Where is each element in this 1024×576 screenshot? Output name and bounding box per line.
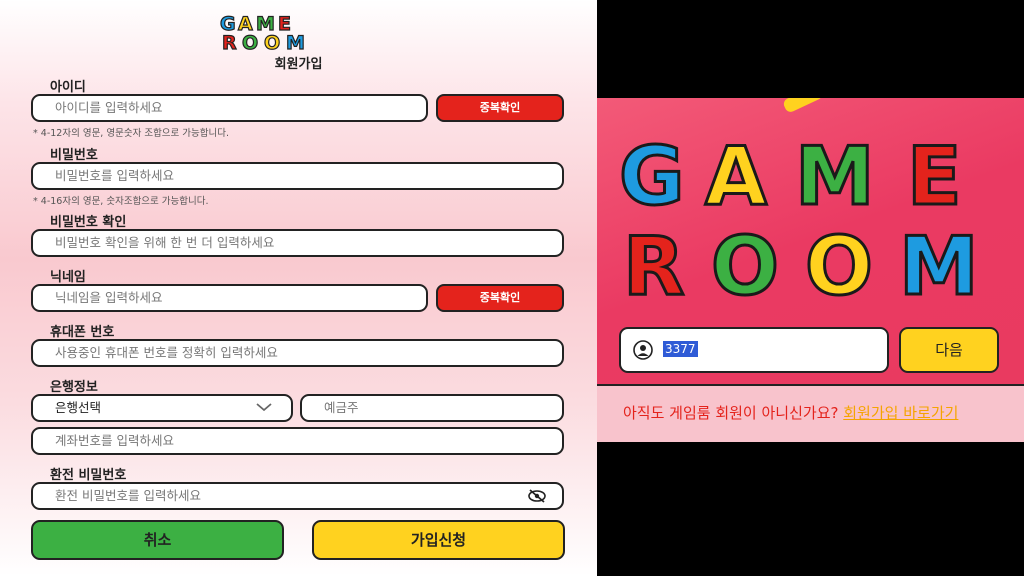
password-label: 비밀번호 xyxy=(50,148,98,163)
eye-off-icon[interactable] xyxy=(528,489,546,503)
svg-text:A: A xyxy=(705,130,767,223)
signup-prompt: 아직도 게임룸 회원이 아니신가요? 회원가입 바로가기 xyxy=(623,402,958,423)
svg-text:G: G xyxy=(619,130,685,223)
account-holder-input[interactable]: 예금주 xyxy=(300,394,564,422)
bank-select-value: 은행선택 xyxy=(55,400,102,415)
svg-text:O: O xyxy=(711,220,779,298)
screen: G A M E R O O M 회원가입 아이디 아이디를 입력하세요 중복확인… xyxy=(0,0,1024,576)
withdraw-password-placeholder: 환전 비밀번호를 입력하세요 xyxy=(55,488,201,503)
submit-signup-button[interactable]: 가입신청 xyxy=(312,520,565,560)
decorative-shape xyxy=(781,98,825,114)
phone-label: 휴대폰 번호 xyxy=(50,325,115,340)
game-room-logo-large: G A M E R O O M xyxy=(617,126,1007,315)
svg-text:R: R xyxy=(623,220,685,298)
signup-prompt-bar: 아직도 게임룸 회원이 아니신가요? 회원가입 바로가기 xyxy=(597,384,1024,442)
password-confirm-label: 비밀번호 확인 xyxy=(50,215,127,230)
nickname-input[interactable]: 닉네임을 입력하세요 xyxy=(31,284,428,312)
user-icon xyxy=(633,340,653,360)
signup-link[interactable]: 회원가입 바로가기 xyxy=(843,404,958,422)
username-input[interactable]: 아이디를 입력하세요 xyxy=(31,94,428,122)
cancel-button[interactable]: 취소 xyxy=(31,520,284,560)
game-room-logo-small: G A M E R O O M xyxy=(218,12,380,54)
logo-small-svg: G A M E R O O M xyxy=(219,12,305,54)
password-input[interactable]: 비밀번호를 입력하세요 xyxy=(31,162,564,190)
password-confirm-input[interactable]: 비밀번호 확인을 위해 한 번 더 입력하세요 xyxy=(31,229,564,257)
svg-text:O: O xyxy=(264,32,280,52)
next-button[interactable]: 다음 xyxy=(899,327,999,373)
chevron-down-icon xyxy=(256,403,272,412)
svg-text:O: O xyxy=(805,220,873,298)
password-note: * 4-16자의 영문, 숫자조합으로 가능합니다. xyxy=(33,196,209,207)
logo-large-svg: G A M E R O O M xyxy=(618,129,981,315)
svg-text:O: O xyxy=(242,32,258,52)
svg-text:E: E xyxy=(907,130,962,223)
phone-input[interactable]: 사용중인 휴대폰 번호를 정확히 입력하세요 xyxy=(31,339,564,367)
svg-text:M: M xyxy=(899,220,979,298)
nickname-label: 닉네임 xyxy=(50,270,86,285)
username-note: * 4-12자의 영문, 영문숫자 조합으로 가능합니다. xyxy=(33,128,230,139)
join-code-input[interactable]: 3377 xyxy=(619,327,889,373)
login-panel: G A M E R O O M 3377 다음 xyxy=(597,98,1024,384)
svg-text:R: R xyxy=(222,32,237,52)
nickname-check-button[interactable]: 중복확인 xyxy=(436,284,564,312)
withdraw-password-input[interactable]: 환전 비밀번호를 입력하세요 xyxy=(31,482,564,510)
svg-text:M: M xyxy=(286,32,305,52)
join-code-value: 3377 xyxy=(663,341,698,357)
bank-label: 은행정보 xyxy=(50,380,98,395)
signup-prompt-text: 아직도 게임룸 회원이 아니신가요? xyxy=(623,404,844,422)
svg-text:M: M xyxy=(795,130,875,223)
form-title: 회원가입 xyxy=(274,57,323,72)
username-label: 아이디 xyxy=(50,80,86,95)
username-check-button[interactable]: 중복확인 xyxy=(436,94,564,122)
signup-panel: G A M E R O O M 회원가입 아이디 아이디를 입력하세요 중복확인… xyxy=(0,0,597,576)
bank-select[interactable]: 은행선택 xyxy=(31,394,293,422)
account-number-input[interactable]: 계좌번호를 입력하세요 xyxy=(31,427,564,455)
withdraw-password-label: 환전 비밀번호 xyxy=(50,468,127,483)
